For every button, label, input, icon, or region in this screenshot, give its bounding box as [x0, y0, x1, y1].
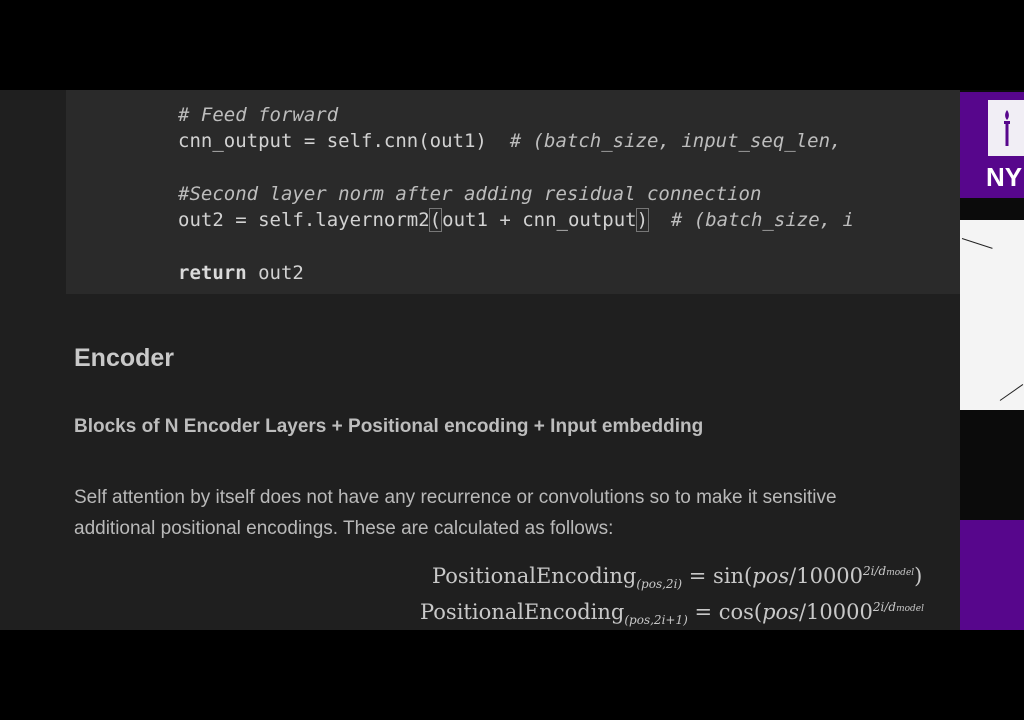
formula-cos: PositionalEncoding(pos,2i+1) = cos(pos/1…: [420, 600, 924, 627]
code-text: out2: [246, 262, 304, 284]
section-subheading: Blocks of N Encoder Layers + Positional …: [74, 416, 704, 437]
code-block[interactable]: # Feed forward cnn_output = self.cnn(out…: [66, 90, 960, 294]
formula-name: PositionalEncoding: [420, 600, 625, 624]
code-text: out2 = self.layernorm2: [178, 209, 430, 231]
code-comment: # (batch_size, i: [648, 209, 854, 231]
formula-exp-main: 2i/d: [863, 564, 887, 578]
formula-name: PositionalEncoding: [432, 564, 637, 588]
logo-text: NY: [986, 162, 1023, 192]
torch-icon: [1004, 110, 1010, 146]
nyu-logo: NY: [960, 92, 1024, 198]
screen-area: # Feed forward cnn_output = self.cnn(out…: [0, 90, 1024, 630]
formula-exp-sub: model: [886, 568, 915, 578]
code-line-cnn-output: cnn_output = self.cnn(out1) # (batch_siz…: [178, 130, 841, 152]
code-text-args: out1 + cnn_output: [442, 209, 637, 231]
section-heading: Encoder: [74, 344, 175, 372]
code-comment: # (batch_size, input_seq_len,: [509, 130, 842, 152]
formula-exponent: 2i/dmodel: [873, 600, 924, 614]
formula-div: /10000: [789, 564, 864, 588]
formula-exp-sub: model: [896, 604, 924, 614]
code-line-out2: out2 = self.layernorm2(out1 + cnn_output…: [178, 208, 854, 232]
formula-subscript: (pos,2i+1): [624, 613, 688, 628]
formula-subscript: (pos,2i): [636, 577, 683, 592]
code-text: cnn_output = self.cnn(out1): [178, 130, 510, 152]
code-line-comment-second-layer: #Second layer norm after adding residual…: [178, 183, 762, 205]
presenter-video: [960, 220, 1024, 410]
logo-inner: [988, 100, 1024, 156]
paragraph-line-2: additional positional encodings. These a…: [74, 518, 614, 539]
paragraph-line-1: Self attention by itself does not have a…: [74, 487, 837, 508]
formula-pos: pos: [762, 600, 799, 624]
code-line-return: return out2: [178, 262, 304, 284]
formula-eq: = cos(: [687, 600, 763, 624]
formula-close: ): [914, 564, 923, 588]
formula-exponent: 2i/dmodel: [863, 564, 914, 578]
code-line-comment-feed-forward: # Feed forward: [178, 104, 339, 126]
video-sidebar: NY: [960, 90, 1024, 630]
formula-pos: pos: [752, 564, 790, 588]
purple-panel: [960, 520, 1024, 630]
formula-div: /10000: [798, 600, 873, 624]
formula-eq: = sin(: [682, 564, 753, 588]
video-stroke: [961, 238, 993, 249]
return-keyword: return: [178, 262, 247, 284]
close-paren-highlight: ): [635, 208, 650, 232]
paragraph: Self attention by itself does not have a…: [74, 482, 960, 544]
video-stroke: [999, 384, 1024, 401]
formula-sin: PositionalEncoding(pos,2i) = sin(pos/100…: [432, 564, 922, 591]
formula-exp-main: 2i/d: [872, 600, 897, 614]
open-paren-highlight: (: [428, 208, 443, 232]
